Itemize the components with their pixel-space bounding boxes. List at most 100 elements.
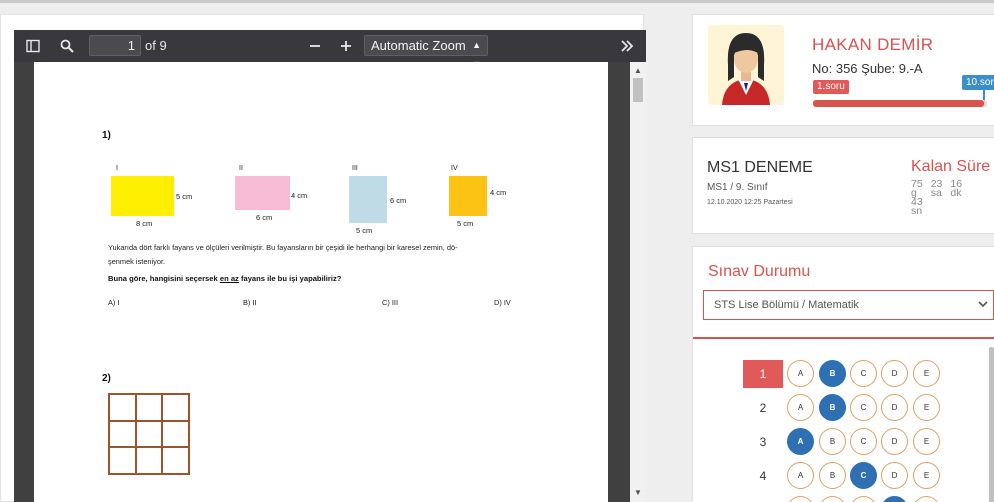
page-count: of 9 — [145, 38, 167, 53]
exam-title: MS1 DENEME — [707, 159, 813, 176]
zoom-label: Automatic Zoom — [371, 38, 466, 53]
answer-bubble[interactable]: B — [819, 428, 846, 455]
answer-bubble[interactable]: D — [881, 462, 908, 489]
answer-bubble[interactable]: A — [787, 394, 814, 421]
tile-label: I — [116, 165, 118, 172]
question-prompt-part: Buna göre, hangisini seçersek — [108, 274, 220, 283]
scroll-thumb[interactable] — [633, 78, 643, 102]
answer-bubble[interactable]: E — [913, 428, 940, 455]
grid-figure — [108, 393, 190, 475]
double-chevron-right-icon[interactable] — [618, 36, 636, 56]
tile-bottom-label: 5 cm — [457, 219, 474, 228]
pdf-page: 1) I 5 cm 8 cm II 4 cm 6 cm III 6 cm 5 c… — [34, 62, 608, 502]
status-title: Sınav Durumu — [708, 263, 811, 280]
answer-bubble[interactable]: B — [819, 462, 846, 489]
answer-bubble[interactable]: E — [913, 462, 940, 489]
question-number: 2) — [102, 373, 111, 384]
tile-label: IV — [451, 165, 458, 172]
tile-rect — [449, 176, 487, 216]
answer-bubble[interactable]: A — [787, 428, 814, 455]
answer-bubble[interactable]: A — [787, 462, 814, 489]
progress-fill — [813, 100, 984, 107]
answer-option: D) IV — [494, 298, 511, 307]
answer-bubble[interactable]: B — [819, 360, 846, 387]
tile-side-label: 5 cm — [176, 192, 193, 201]
progress-end-badge: 10.soru — [962, 75, 994, 90]
question-prompt-emphasis: en az — [219, 274, 239, 283]
timer-unit: sn — [911, 205, 923, 217]
timer-hours: 23 sa — [930, 179, 943, 216]
tile-bottom-label: 5 cm — [356, 226, 373, 235]
top-border — [0, 0, 994, 3]
tile-bottom-label: 6 cm — [256, 213, 273, 222]
pdf-scrollbar[interactable]: ▲ ▼ — [630, 62, 646, 502]
answer-bubble[interactable]: E — [913, 394, 940, 421]
question-text: şenmek isteniyor. — [108, 257, 166, 266]
exam-status-card: Sınav Durumu STS Lise Bölümü / Matematik… — [692, 246, 994, 502]
pdf-toolbar: 1 of 9 Automatic Zoom ▲▼ — [14, 30, 646, 69]
tile-label: II — [239, 165, 243, 172]
scroll-down-icon[interactable]: ▼ — [630, 486, 646, 500]
answer-option: B) II — [243, 298, 257, 307]
answer-bubble[interactable]: C — [850, 360, 877, 387]
answer-option: A) I — [108, 298, 120, 307]
tile-label: III — [352, 165, 358, 172]
countdown-timer: 75 g 43 sn 23 sa 16 dk — [911, 179, 962, 217]
student-info: No: 356 Şube: 9.-A — [812, 61, 923, 76]
answer-option: C) III — [382, 298, 399, 307]
remaining-time-title: Kalan Süre — [911, 158, 991, 175]
exam-card: MS1 DENEME MS1 / 9. Sınıf 12.10.2020 12:… — [692, 137, 994, 234]
tile-rect — [235, 176, 290, 210]
timer-unit: sa — [930, 187, 942, 199]
tile-rect — [111, 176, 174, 216]
page-number-input[interactable]: 1 — [89, 35, 141, 56]
question-number: 1) — [102, 130, 111, 141]
timer-minutes: 16 dk — [950, 179, 962, 216]
tile-side-label: 4 cm — [291, 191, 308, 200]
tile-side-label: 6 cm — [390, 196, 407, 205]
question-number-button[interactable]: 3 — [743, 428, 783, 456]
answer-bubble[interactable]: D — [881, 360, 908, 387]
answer-bubble[interactable]: C — [850, 394, 877, 421]
question-number-button[interactable]: 4 — [743, 462, 783, 490]
answer-bubble[interactable] — [881, 496, 908, 502]
answer-bubble[interactable]: D — [881, 428, 908, 455]
minus-icon[interactable] — [307, 36, 323, 56]
section-select[interactable]: STS Lise Bölümü / Matematik — [703, 290, 994, 320]
tile-rect — [349, 176, 387, 223]
chevron-down-icon — [977, 291, 989, 329]
answer-bubble[interactable]: A — [787, 360, 814, 387]
question-number-button[interactable]: 2 — [743, 394, 783, 422]
exam-date: 12.10.2020 12:25 Pazartesi — [707, 199, 793, 206]
answer-bubble[interactable]: C — [850, 428, 877, 455]
answer-bubble[interactable] — [913, 496, 940, 502]
answer-bubble[interactable]: C — [850, 462, 877, 489]
avatar — [708, 25, 784, 105]
question-prompt: Buna göre, hangisini seçersek en az faya… — [108, 274, 341, 283]
section-select-value: STS Lise Bölümü / Matematik — [714, 299, 859, 311]
answer-bubble[interactable]: E — [913, 360, 940, 387]
pdf-viewer: 1 of 9 Automatic Zoom ▲▼ 1) I 5 cm 8 cm … — [14, 30, 646, 502]
answer-bubble[interactable]: B — [819, 394, 846, 421]
question-number-button[interactable]: 1 — [743, 360, 783, 388]
question-prompt-part: fayans ile bu işi yapabiliriz? — [238, 274, 342, 283]
progress-start-badge: 1.soru — [813, 80, 849, 94]
question-text: Yukarıda dört farklı fayans ve ölçüleri … — [108, 243, 458, 252]
answer-bubble[interactable] — [850, 496, 877, 502]
exam-class: MS1 / 9. Sınıf — [707, 182, 768, 193]
plus-icon[interactable] — [338, 36, 354, 56]
status-divider — [693, 337, 994, 339]
answer-bubble[interactable] — [819, 496, 846, 502]
sidebar-toggle-icon[interactable] — [24, 36, 42, 56]
timer-days: 75 g 43 sn — [911, 179, 923, 217]
answer-bubble[interactable]: D — [881, 394, 908, 421]
student-name: HAKAN DEMİR — [812, 35, 934, 54]
answer-bubble[interactable] — [787, 496, 814, 502]
scroll-up-icon[interactable]: ▲ — [630, 64, 646, 78]
student-card: HAKAN DEMİR No: 356 Şube: 9.-A 1.soru 10… — [692, 14, 994, 126]
answer-scrollbar[interactable] — [989, 347, 994, 502]
zoom-select[interactable]: Automatic Zoom ▲▼ — [364, 35, 488, 69]
search-icon[interactable] — [58, 36, 76, 56]
tile-side-label: 4 cm — [490, 188, 507, 197]
progress-track — [813, 100, 987, 107]
